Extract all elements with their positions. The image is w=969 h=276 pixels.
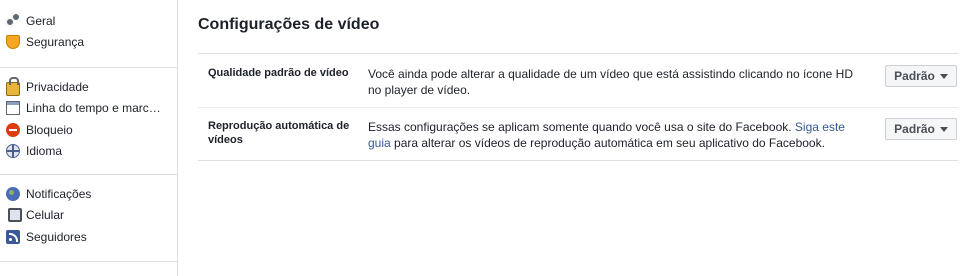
- sidebar-item-notificacoes[interactable]: Notificações: [0, 183, 177, 205]
- page-title: Configurações de vídeo: [198, 16, 380, 33]
- sidebar-item-label: Geral: [26, 13, 56, 28]
- sidebar-item-privacidade[interactable]: Privacidade: [0, 76, 177, 98]
- chevron-down-icon: [939, 73, 948, 79]
- video-quality-dropdown[interactable]: Padrão: [885, 65, 957, 87]
- sidebar-divider: [0, 67, 177, 68]
- settings-sidebar: Geral Segurança Privacidade Linha do tem…: [0, 0, 178, 276]
- sidebar-group-privacy: Privacidade Linha do tempo e marc… Bloqu…: [0, 76, 177, 162]
- lock-icon: [6, 76, 20, 96]
- sidebar-item-idioma[interactable]: Idioma: [0, 141, 177, 163]
- world-icon: [6, 186, 20, 201]
- rss-icon: [6, 229, 20, 244]
- section-divider: [198, 160, 958, 161]
- sidebar-group-general: Geral Segurança: [0, 10, 177, 53]
- description-text: para alterar os vídeos de reprodução aut…: [390, 136, 825, 150]
- sidebar-item-label: Idioma: [26, 144, 63, 159]
- sidebar-item-label: Segurança: [26, 35, 85, 50]
- block-icon: [6, 122, 20, 137]
- sidebar-group-notifications: Notificações Celular Seguidores: [0, 183, 177, 248]
- sidebar-item-seguidores[interactable]: Seguidores: [0, 226, 177, 248]
- sidebar-item-celular[interactable]: Celular: [0, 205, 177, 227]
- sidebar-item-label: Linha do tempo e marc…: [26, 101, 161, 116]
- setting-label: Reprodução automática de vídeos: [208, 120, 350, 146]
- sidebar-item-label: Bloqueio: [26, 122, 73, 137]
- sidebar-item-label: Seguidores: [26, 229, 87, 244]
- dropdown-value: Padrão: [894, 69, 935, 83]
- setting-description: Você ainda pode alterar a qualidade de u…: [368, 67, 853, 97]
- gears-icon: [6, 13, 20, 28]
- phone-icon: [8, 208, 22, 223]
- sidebar-item-partial[interactable]: [6, 270, 20, 276]
- sidebar-divider: [0, 174, 177, 175]
- setting-row-video-quality: Qualidade padrão de vídeo Você ainda pod…: [198, 54, 958, 107]
- setting-label: Qualidade padrão de vídeo: [208, 67, 349, 79]
- description-text: Essas configurações se aplicam somente q…: [368, 120, 795, 134]
- sidebar-item-label: Notificações: [26, 186, 92, 201]
- chevron-down-icon: [939, 126, 948, 132]
- sidebar-item-label: Privacidade: [26, 79, 89, 94]
- timeline-icon: [6, 101, 20, 116]
- sidebar-item-bloqueio[interactable]: Bloqueio: [0, 119, 177, 141]
- sidebar-item-linha-do-tempo[interactable]: Linha do tempo e marc…: [0, 98, 177, 120]
- sidebar-item-geral[interactable]: Geral: [0, 10, 177, 32]
- sidebar-divider: [0, 261, 177, 262]
- autoplay-dropdown[interactable]: Padrão: [885, 118, 957, 140]
- globe-icon: [6, 144, 20, 159]
- sidebar-item-seguranca[interactable]: Segurança: [0, 32, 177, 54]
- setting-row-autoplay: Reprodução automática de vídeos Essas co…: [198, 108, 958, 160]
- dropdown-value: Padrão: [894, 122, 935, 136]
- setting-description: Essas configurações se aplicam somente q…: [368, 119, 868, 151]
- sidebar-item-label: Celular: [26, 208, 65, 223]
- shield-icon: [6, 35, 20, 50]
